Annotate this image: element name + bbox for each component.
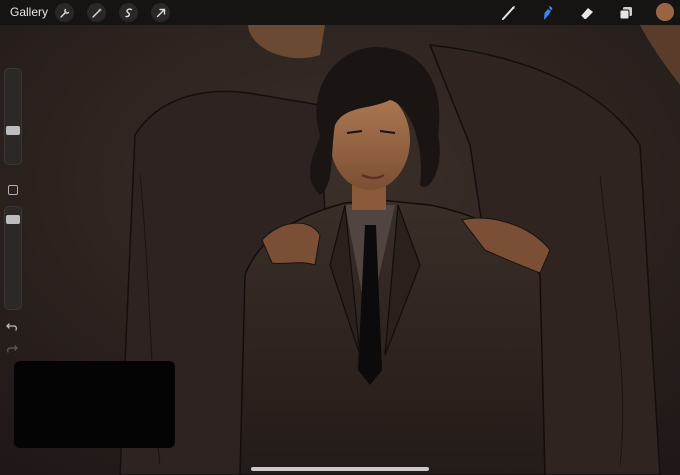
wrench-icon[interactable] [55, 3, 74, 22]
home-indicator[interactable] [251, 467, 429, 471]
eraser-icon[interactable] [576, 2, 598, 24]
opacity-slider[interactable] [4, 206, 22, 310]
color-swatch[interactable] [656, 3, 674, 21]
opacity-thumb[interactable] [6, 215, 20, 224]
redo-icon[interactable] [6, 341, 18, 353]
top-toolbar: Gallery [0, 0, 680, 25]
reference-preview-window[interactable] [14, 361, 175, 448]
transform-arrow-icon[interactable] [151, 3, 170, 22]
magic-wand-icon[interactable] [87, 3, 106, 22]
brush-size-thumb[interactable] [6, 126, 20, 135]
brush-size-slider[interactable] [4, 68, 22, 165]
smudge-icon[interactable] [536, 2, 558, 24]
left-sidebar [2, 68, 22, 360]
modify-square-icon[interactable] [8, 185, 18, 195]
layers-icon[interactable] [615, 2, 637, 24]
selection-icon[interactable] [119, 3, 138, 22]
undo-icon[interactable] [6, 319, 18, 331]
gallery-button[interactable]: Gallery [10, 5, 48, 19]
brush-icon[interactable] [498, 2, 520, 24]
